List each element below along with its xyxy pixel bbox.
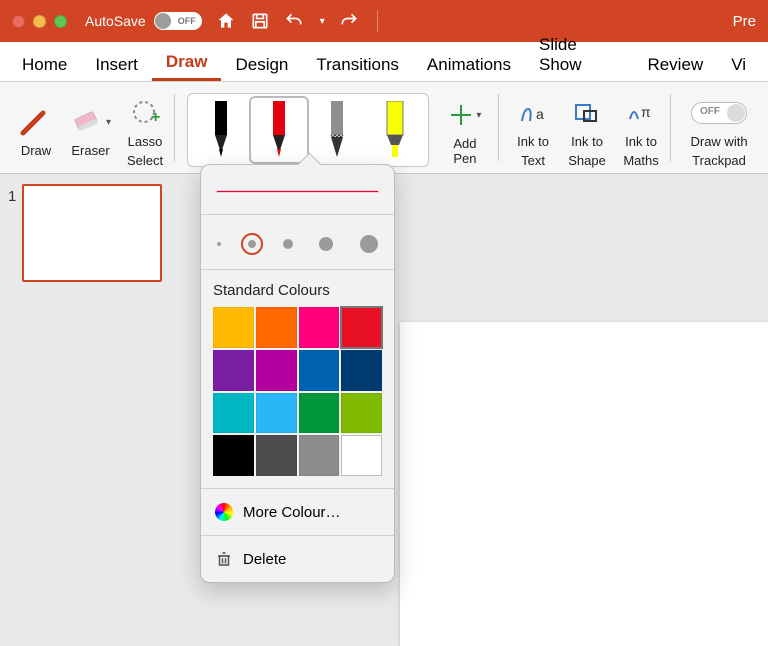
pen-stroke-preview: [217, 191, 378, 192]
slide-number: 1: [8, 188, 16, 205]
ink-to-text-button[interactable]: a Ink to Text: [511, 91, 555, 168]
group-tools: Draw ▾ Eraser + Lasso Select: [6, 86, 175, 173]
minimize-window-button[interactable]: [33, 15, 46, 28]
slide-thumbnail-panel[interactable]: 1: [0, 174, 175, 626]
colour-swatch-3[interactable]: [341, 307, 382, 348]
undo-dropdown-icon[interactable]: ▾: [320, 16, 325, 27]
pen-slot-3[interactable]: [367, 98, 423, 162]
slide-canvas[interactable]: [400, 322, 768, 646]
colour-swatch-4[interactable]: [213, 350, 254, 391]
autosave-switch[interactable]: OFF: [154, 12, 202, 30]
undo-icon[interactable]: [284, 11, 304, 31]
thickness-option-0[interactable]: [217, 242, 221, 246]
colour-swatch-12[interactable]: [213, 435, 254, 476]
chevron-down-icon: ▾: [476, 110, 481, 121]
autosave-control[interactable]: AutoSave OFF: [85, 12, 202, 30]
autosave-switch-knob: [155, 13, 171, 29]
pen-preview-section: [201, 165, 394, 215]
standard-colours-section: Standard Colours: [201, 270, 394, 489]
ribbon-tabs: HomeInsertDrawDesignTransitionsAnimation…: [0, 42, 768, 82]
svg-text:π: π: [641, 104, 651, 120]
chevron-down-icon: ▾: [106, 117, 111, 128]
eraser-button[interactable]: ▾ Eraser: [68, 100, 113, 158]
colour-wheel-icon: [215, 503, 233, 521]
colour-swatch-6[interactable]: [299, 350, 340, 391]
thickness-option-2[interactable]: [283, 239, 293, 249]
slide-thumbnail-row[interactable]: 1: [8, 184, 167, 282]
colour-swatch-7[interactable]: [341, 350, 382, 391]
colour-swatch-grid: [213, 307, 382, 476]
window-titlebar: AutoSave OFF ▾ Pre: [0, 0, 768, 42]
colour-swatch-9[interactable]: [256, 393, 297, 434]
save-icon[interactable]: [250, 11, 270, 31]
thickness-option-3[interactable]: [319, 237, 333, 251]
group-ink-convert: a Ink to Text Ink to Shape π Ink to Math…: [503, 86, 671, 173]
trash-icon: [215, 550, 233, 568]
tab-home[interactable]: Home: [8, 47, 81, 81]
colour-swatch-13[interactable]: [256, 435, 297, 476]
trackpad-switch[interactable]: OFF: [691, 102, 747, 124]
ribbon-draw: Draw ▾ Eraser + Lasso Select ▾ Add Pen a…: [0, 82, 768, 174]
thickness-option-1[interactable]: [248, 240, 256, 248]
tab-animations[interactable]: Animations: [413, 47, 525, 81]
pen-thickness-section: [201, 215, 394, 270]
toolbar-separator: [377, 10, 378, 32]
colour-swatch-14[interactable]: [299, 435, 340, 476]
ink-to-maths-button[interactable]: π Ink to Maths: [619, 91, 663, 168]
thickness-option-4[interactable]: [360, 235, 378, 253]
document-title: Pre: [733, 13, 756, 30]
tab-draw[interactable]: Draw: [152, 44, 222, 81]
tab-insert[interactable]: Insert: [81, 47, 152, 81]
close-window-button[interactable]: [12, 15, 25, 28]
add-pen-button[interactable]: ▾ Add Pen: [439, 93, 491, 166]
colour-swatch-2[interactable]: [299, 307, 340, 348]
colour-swatch-8[interactable]: [213, 393, 254, 434]
redo-icon[interactable]: [339, 11, 359, 31]
colour-swatch-10[interactable]: [299, 393, 340, 434]
draw-with-trackpad-toggle[interactable]: OFF Draw with Trackpad: [683, 91, 755, 168]
thickness-options: [213, 227, 382, 257]
quick-access-toolbar: ▾: [216, 10, 382, 32]
delete-label: Delete: [243, 551, 286, 568]
more-colours-button[interactable]: More Colour…: [201, 489, 394, 535]
lasso-select-button[interactable]: + Lasso Select: [123, 91, 167, 168]
delete-pen-button[interactable]: Delete: [201, 535, 394, 582]
standard-colours-title: Standard Colours: [213, 282, 382, 299]
svg-text:+: +: [151, 109, 160, 126]
tab-vi[interactable]: Vi: [717, 47, 760, 81]
colour-swatch-1[interactable]: [256, 307, 297, 348]
colour-swatch-15[interactable]: [341, 435, 382, 476]
pen-options-popup: Standard Colours More Colour… Delete: [200, 164, 395, 583]
group-pens: ▾ Add Pen: [179, 86, 499, 173]
window-controls: [12, 15, 67, 28]
colour-swatch-11[interactable]: [341, 393, 382, 434]
autosave-label: AutoSave: [85, 13, 146, 29]
group-trackpad: OFF Draw with Trackpad: [675, 86, 763, 173]
tab-design[interactable]: Design: [221, 47, 302, 81]
more-colours-label: More Colour…: [243, 504, 341, 521]
slide-thumbnail[interactable]: [22, 184, 162, 282]
pen-slot-1[interactable]: [251, 98, 307, 162]
colour-swatch-5[interactable]: [256, 350, 297, 391]
tab-slide-show[interactable]: Slide Show: [525, 27, 633, 81]
home-icon[interactable]: [216, 11, 236, 31]
tab-review[interactable]: Review: [633, 47, 717, 81]
pen-slot-0[interactable]: [193, 98, 249, 162]
tab-transitions[interactable]: Transitions: [302, 47, 413, 81]
colour-swatch-0[interactable]: [213, 307, 254, 348]
zoom-window-button[interactable]: [54, 15, 67, 28]
pen-slot-2[interactable]: [309, 98, 365, 162]
ink-to-shape-button[interactable]: Ink to Shape: [565, 91, 609, 168]
svg-text:a: a: [536, 106, 544, 122]
draw-button[interactable]: Draw: [14, 100, 58, 158]
autosave-switch-state: OFF: [178, 16, 196, 26]
